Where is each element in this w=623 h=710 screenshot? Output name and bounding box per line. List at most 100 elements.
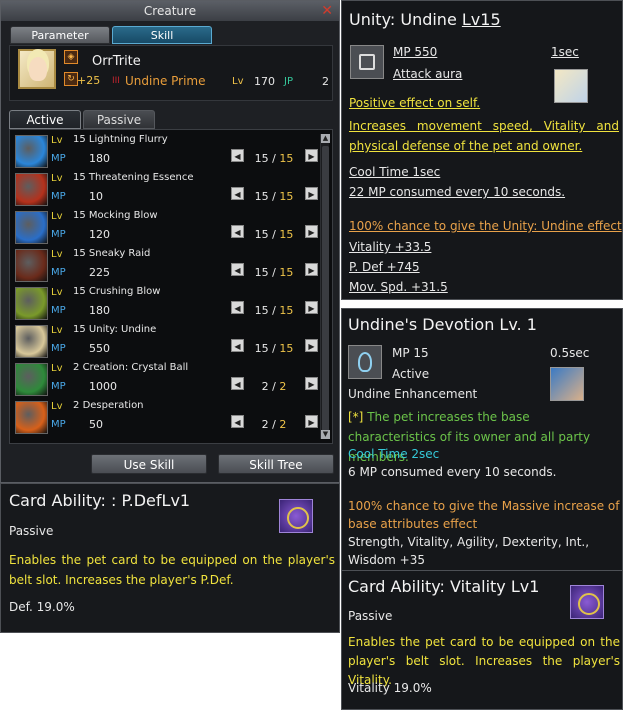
skill-row[interactable]: Lv MP 15 Unity: Undine 550 ◀ 15 / 15 ▶ (13, 323, 319, 361)
unity-undine-icon (554, 69, 588, 103)
skill-mp-label: MP (51, 229, 66, 240)
tab-skill[interactable]: Skill (112, 26, 212, 44)
skill-increase-button[interactable]: ▶ (305, 263, 318, 276)
skill-subtabs: Active Passive (9, 110, 155, 129)
skill-mp-cost: 180 (89, 152, 110, 165)
tab-active[interactable]: Active (9, 110, 81, 129)
skill-lv-label: Lv (51, 249, 63, 260)
devotion-cast-time: 0.5sec (550, 346, 590, 360)
unity-undine-tooltip: Unity: Undine Lv15 MP 550 1sec Attack au… (341, 0, 623, 300)
skill-lv-label: Lv (51, 363, 63, 374)
card-pdef-description: Enables the pet card to be equipped on t… (9, 553, 335, 587)
skill-mp-cost: 1000 (89, 380, 117, 393)
skill-row[interactable]: Lv MP 15 Crushing Blow 180 ◀ 15 / 15 ▶ (13, 285, 319, 323)
skill-level: 15 (73, 248, 86, 259)
skill-icon[interactable] (15, 173, 48, 206)
skill-decrease-button[interactable]: ◀ (231, 301, 244, 314)
skill-decrease-button[interactable]: ◀ (231, 377, 244, 390)
skill-level: 2 (73, 400, 80, 411)
skill-name: 15 Threatening Essence (73, 172, 193, 183)
rank-icon: ↻ (64, 72, 78, 86)
skill-row[interactable]: Lv MP 15 Lightning Flurry 180 ◀ 15 / 15 ▶ (13, 133, 319, 171)
scroll-up-icon[interactable]: ▲ (321, 134, 330, 143)
card-pdef-icon (279, 499, 313, 533)
skill-points-sep: / (272, 380, 276, 393)
tab-passive[interactable]: Passive (83, 110, 155, 129)
devotion-title: Undine's Devotion Lv. 1 (348, 315, 537, 334)
skill-name: 15 Crushing Blow (73, 286, 160, 297)
tooltip-positive-effect: Positive effect on self. (349, 96, 481, 110)
skill-decrease-button[interactable]: ◀ (231, 339, 244, 352)
skill-row[interactable]: Lv MP 15 Mocking Blow 120 ◀ 15 / 15 ▶ (13, 209, 319, 247)
skill-increase-button[interactable]: ▶ (305, 301, 318, 314)
skill-points: 2 / 2 (245, 380, 303, 393)
skill-increase-button[interactable]: ▶ (305, 187, 318, 200)
devotion-type: Undine Enhancement (348, 387, 478, 401)
creature-type: Undine Prime (125, 74, 206, 88)
skill-mp-cost: 180 (89, 304, 110, 317)
skill-level: 15 (73, 172, 86, 183)
skill-mp-label: MP (51, 191, 66, 202)
skill-icon[interactable] (15, 249, 48, 282)
devotion-skill-icon (348, 345, 382, 379)
close-icon[interactable]: ✕ (321, 3, 333, 19)
skill-icon[interactable] (15, 135, 48, 168)
skill-points-current: 2 (261, 380, 269, 393)
skill-decrease-button[interactable]: ◀ (231, 187, 244, 200)
skill-row[interactable]: Lv MP 2 Desperation 50 ◀ 2 / 2 ▶ (13, 399, 319, 437)
skill-increase-button[interactable]: ▶ (305, 415, 318, 428)
scroll-down-icon[interactable]: ▼ (321, 430, 330, 439)
skill-icon[interactable] (15, 401, 48, 434)
skill-increase-button[interactable]: ▶ (305, 339, 318, 352)
skill-decrease-button[interactable]: ◀ (231, 225, 244, 238)
skill-increase-button[interactable]: ▶ (305, 377, 318, 390)
tab-parameter[interactable]: Parameter (10, 26, 110, 44)
devotion-mp-consume: 6 MP consumed every 10 seconds. (348, 465, 557, 479)
skill-level: 15 (73, 324, 86, 335)
tooltip-stat-vitality: Vitality +33.5 (349, 240, 432, 254)
skill-lv-label: Lv (51, 401, 63, 412)
skill-title: Mocking Blow (88, 210, 158, 221)
skill-points: 15 / 15 (245, 266, 303, 279)
skill-points-max: 2 (279, 380, 287, 393)
skill-decrease-button[interactable]: ◀ (231, 149, 244, 162)
skill-name: 15 Lightning Flurry (73, 134, 168, 145)
skill-icon[interactable] (15, 287, 48, 320)
skill-icon[interactable] (15, 363, 48, 396)
skill-row[interactable]: Lv MP 2 Creation: Crystal Ball 1000 ◀ 2 / 2 ▶ (13, 361, 319, 399)
tooltip-mp: MP 550 (393, 45, 438, 59)
skill-lv-label: Lv (51, 325, 63, 336)
skill-icon[interactable] (15, 325, 48, 358)
use-skill-button[interactable]: Use Skill (91, 454, 207, 474)
card-ability-vitality-tooltip: Card Ability: Vitality Lv1 Passive Enabl… (341, 570, 623, 710)
skill-level: 15 (73, 210, 86, 221)
skill-title: Threatening Essence (88, 172, 194, 183)
skill-row[interactable]: Lv MP 15 Sneaky Raid 225 ◀ 15 / 15 ▶ (13, 247, 319, 285)
skill-title: Crushing Blow (88, 286, 161, 297)
skill-increase-button[interactable]: ▶ (305, 225, 318, 238)
skill-list-scrollbar[interactable]: ▲ ▼ (320, 134, 330, 439)
skill-name: 15 Unity: Undine (73, 324, 156, 335)
skill-points-sep: / (272, 304, 276, 317)
skill-decrease-button[interactable]: ◀ (231, 415, 244, 428)
skill-name: 15 Mocking Blow (73, 210, 158, 221)
devotion-stats: Strength, Vitality, Agility, Dexterity, … (348, 535, 590, 567)
skill-icon[interactable] (15, 211, 48, 244)
level-label: Lv (232, 76, 244, 87)
skill-points-max: 15 (279, 304, 294, 317)
scroll-thumb[interactable] (322, 146, 329, 436)
skill-points-sep: / (272, 266, 276, 279)
window-titlebar[interactable]: Creature (1, 1, 339, 21)
tooltip-mp-consume: 22 MP consumed every 10 seconds. (349, 185, 566, 199)
skill-row[interactable]: Lv MP 15 Threatening Essence 10 ◀ 15 / 15 ▶ (13, 171, 319, 209)
top-tabs: Parameter Skill (10, 26, 212, 44)
skill-decrease-button[interactable]: ◀ (231, 263, 244, 276)
tooltip-stat-pdef: P. Def +745 (349, 260, 420, 274)
skill-increase-button[interactable]: ▶ (305, 149, 318, 162)
skill-title: Desperation (82, 400, 144, 411)
skill-tree-button[interactable]: Skill Tree (218, 454, 334, 474)
devotion-mp: MP 15 (392, 346, 429, 360)
card-vitality-icon (570, 585, 604, 619)
skill-mp-label: MP (51, 381, 66, 392)
skill-mp-cost: 225 (89, 266, 110, 279)
